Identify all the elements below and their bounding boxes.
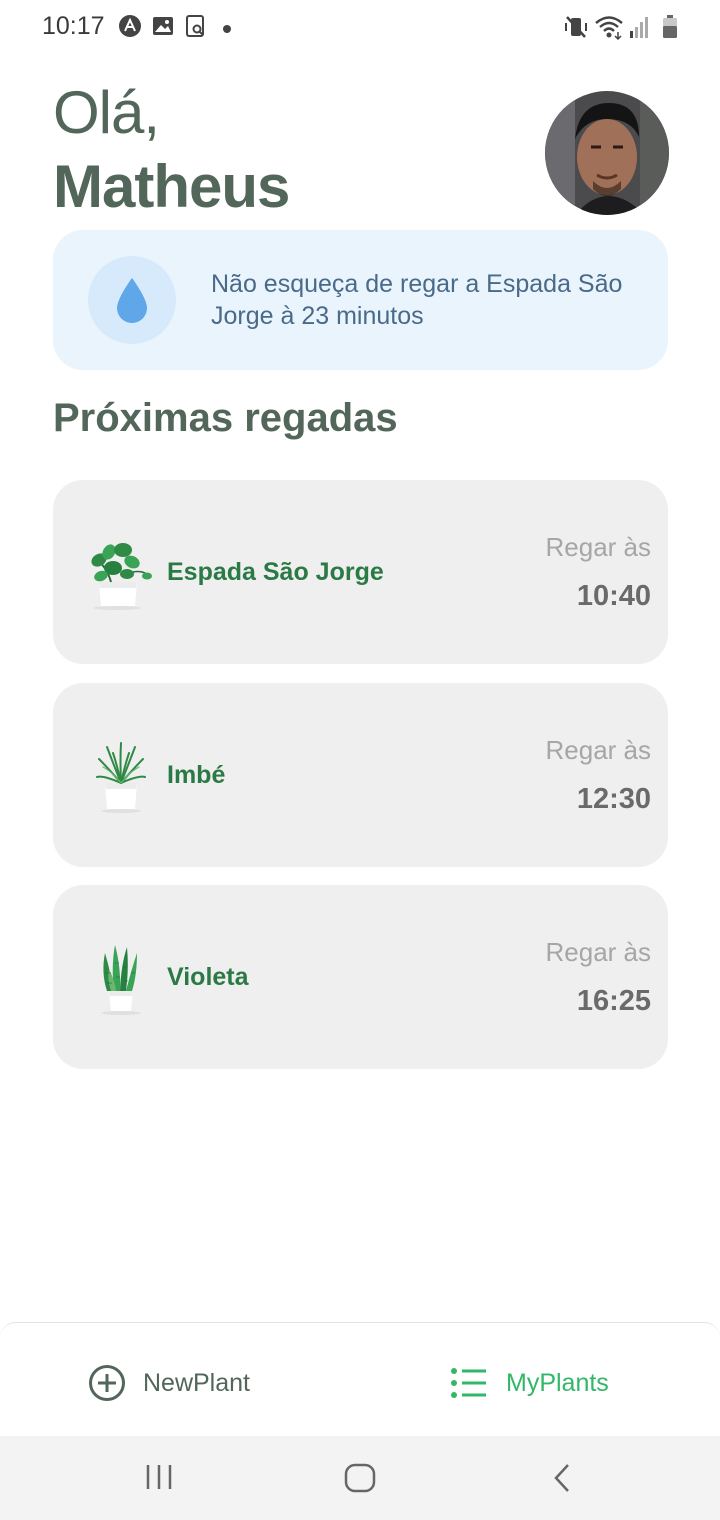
battery-icon [662,14,678,45]
plant-card[interactable]: Espada São Jorge Regar às 10:40 [53,480,668,664]
plant-card[interactable]: Imbé Regar às 12:30 [53,683,668,867]
signal-icon [628,14,650,45]
recents-icon[interactable] [145,1462,173,1497]
section-title: Próximas regadas [53,396,398,440]
avatar[interactable] [545,91,669,215]
image-icon [151,14,175,43]
watering-reminder: Não esqueça de regar a Espada São Jorge … [53,230,668,370]
back-icon[interactable] [550,1462,574,1499]
greeting-text: Olá, [53,79,160,146]
snake-plant-icon [87,943,157,1017]
tab-newplant[interactable]: NewPlant [88,1363,288,1403]
water-time: 16:25 [576,985,651,1017]
water-time: 12:30 [576,783,651,815]
status-bar: 10:17 [0,0,720,56]
water-time: 10:40 [576,580,651,612]
dot-icon [222,21,232,39]
water-drop-badge [88,256,176,344]
mute-vibrate-icon [563,14,589,45]
android-a-icon [118,14,142,43]
plant-name: Violeta [167,963,249,991]
screen-search-icon [184,14,208,43]
pothos-plant-icon [87,538,157,612]
system-navigation-bar [0,1436,720,1520]
water-at-label: Regar às [545,937,652,967]
water-drop-icon [117,278,147,323]
home-icon[interactable] [344,1462,376,1499]
tab-newplant-label: NewPlant [143,1369,250,1397]
tab-myplants-label: MyPlants [506,1369,609,1397]
status-time: 10:17 [42,12,105,40]
plant-name: Espada São Jorge [167,558,384,586]
reminder-text: Não esqueça de regar a Espada São Jorge … [211,270,623,330]
palm-plant-icon [87,741,157,815]
list-icon [450,1366,488,1405]
tab-myplants[interactable]: MyPlants [450,1363,650,1403]
plant-name: Imbé [167,761,226,789]
plus-circle-icon [88,1364,126,1407]
water-at-label: Regar às [545,735,652,765]
plant-card[interactable]: Violeta Regar às 16:25 [53,885,668,1069]
bottom-tab-bar: NewPlant MyPlants [0,1322,720,1437]
wifi-icon [594,14,624,45]
water-at-label: Regar às [545,532,652,562]
user-name: Matheus [53,153,290,220]
